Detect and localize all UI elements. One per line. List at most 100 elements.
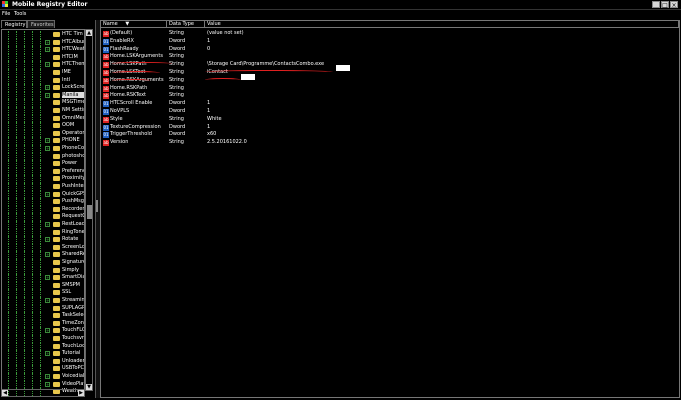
- expand-icon[interactable]: +: [45, 275, 50, 281]
- value-row[interactable]: ab Home.LSKArguments String: [101, 53, 679, 61]
- expand-icon[interactable]: +: [45, 85, 50, 91]
- tree-item[interactable]: IME: [2, 69, 84, 77]
- tree-item[interactable]: Proximity: [2, 175, 84, 183]
- scroll-left-arrow-icon[interactable]: ◀: [2, 390, 8, 396]
- tree-item[interactable]: + Rotate: [2, 236, 84, 244]
- tree-item[interactable]: SUPLAGPS: [2, 304, 84, 313]
- minimize-button[interactable]: _: [652, 1, 660, 9]
- tree-item[interactable]: + VideoPlayer: [2, 380, 84, 389]
- tree-item[interactable]: + TouchFLO: [2, 327, 84, 335]
- value-row[interactable]: ab (Default) String (value not set): [101, 30, 679, 38]
- tree-item[interactable]: + LockScree: [2, 84, 84, 92]
- value-row[interactable]: 01 EnableRX Dword 1: [101, 38, 679, 46]
- value-row[interactable]: ab Home.RSKText String: [101, 92, 679, 100]
- column-data-type[interactable]: Data Type: [167, 21, 205, 28]
- tree-item[interactable]: + PhoneCon: [2, 145, 84, 153]
- tree-item[interactable]: Signature: [2, 259, 84, 267]
- tree-item[interactable]: photosho: [2, 152, 84, 161]
- tree-item[interactable]: Preference: [2, 167, 84, 176]
- tree-item[interactable]: MSGTimer: [2, 99, 84, 107]
- tree-item[interactable]: RingTone: [2, 228, 84, 237]
- expand-icon[interactable]: +: [45, 92, 50, 98]
- tree-item[interactable]: Touchsvr: [2, 335, 84, 343]
- value-row[interactable]: 01 FlashReady Dword 0: [101, 46, 679, 54]
- scroll-down-arrow-icon[interactable]: ▼: [86, 384, 92, 390]
- tree-item[interactable]: Simply: [2, 266, 84, 275]
- value-row[interactable]: 01 HTCScroll Enable Dword 1: [101, 100, 679, 108]
- tree-item[interactable]: SMSPM: [2, 281, 84, 290]
- expand-icon[interactable]: +: [45, 62, 50, 68]
- scroll-right-arrow-icon[interactable]: ▶: [78, 390, 84, 396]
- column-name[interactable]: Name ▼: [101, 21, 167, 28]
- tree-item[interactable]: Operator: [2, 129, 84, 138]
- expand-icon[interactable]: +: [45, 374, 50, 379]
- column-value[interactable]: Value: [205, 21, 679, 28]
- expand-icon[interactable]: +: [45, 138, 50, 144]
- expand-icon[interactable]: +: [45, 351, 50, 357]
- tree-item[interactable]: + Voicedial: [2, 373, 84, 381]
- maximize-button[interactable]: □: [661, 1, 669, 9]
- scroll-up-arrow-icon[interactable]: ▲: [86, 30, 92, 36]
- registry-tree[interactable]: HTC Tim + HTCAlbum + HTCWeatHTCIM + HTCThemeIM…: [1, 29, 85, 397]
- expand-icon[interactable]: +: [45, 237, 50, 243]
- value-row[interactable]: ab Home.RSKPath String: [101, 85, 679, 93]
- tree-item[interactable]: NM Setting: [2, 107, 84, 115]
- tree-item[interactable]: + SharedRes: [2, 251, 84, 259]
- tab-favorites[interactable]: Favorites: [27, 20, 55, 28]
- tree-item[interactable]: + QuickGPS: [2, 190, 84, 199]
- tree-item[interactable]: OmniMedia: [2, 114, 84, 123]
- expand-icon[interactable]: +: [45, 191, 50, 197]
- tree-item[interactable]: TouchLock: [2, 342, 84, 351]
- tree-item[interactable]: + Manila: [2, 91, 84, 100]
- value-row[interactable]: 01 TriggerThreshold Dword x60: [101, 131, 679, 139]
- tree-item[interactable]: + HTCAlbum: [2, 38, 84, 47]
- menu-file[interactable]: File: [2, 11, 10, 17]
- tree-item[interactable]: + SmartDial: [2, 274, 84, 282]
- expand-icon[interactable]: +: [45, 328, 50, 334]
- expand-icon[interactable]: +: [45, 146, 50, 151]
- inline-edit-box[interactable]: [241, 74, 255, 80]
- expand-icon[interactable]: +: [45, 381, 50, 387]
- tree-item[interactable]: PushMsg: [2, 198, 84, 206]
- tree-item[interactable]: SSL: [2, 289, 84, 297]
- tree-scroll-thumb[interactable]: [87, 205, 92, 219]
- values-list[interactable]: Name ▼ Data Type Value ab (Default) String…: [100, 20, 680, 398]
- value-row[interactable]: ab Home.RSKArguments String: [101, 77, 679, 85]
- splitter-grip[interactable]: [96, 200, 98, 212]
- tree-item[interactable]: PushInter: [2, 183, 84, 191]
- tree-item[interactable]: + RestLoad: [2, 221, 84, 229]
- tree-item[interactable]: ScreenLock: [2, 243, 84, 252]
- value-row[interactable]: ab Home.LSKPath String \Storage Card\Progra…: [101, 61, 679, 69]
- expand-icon[interactable]: +: [45, 298, 50, 303]
- value-row[interactable]: ab Style String White: [101, 116, 679, 124]
- tree-item[interactable]: HTC Tim: [2, 31, 84, 39]
- tree-item[interactable]: Power: [2, 160, 84, 168]
- inline-edit-box[interactable]: [336, 65, 350, 71]
- tree-item[interactable]: USBToPC: [2, 365, 84, 373]
- tree-item[interactable]: OOM: [2, 122, 84, 130]
- tree-item[interactable]: + PHONE: [2, 137, 84, 145]
- expand-icon[interactable]: +: [45, 222, 50, 227]
- tree-item[interactable]: TaskSelect: [2, 312, 84, 320]
- tree-item[interactable]: Recorder: [2, 205, 84, 214]
- tab-registry[interactable]: Registry: [1, 20, 27, 28]
- tree-item[interactable]: Intl: [2, 76, 84, 85]
- tree-item[interactable]: + HTCTheme: [2, 61, 84, 69]
- expand-icon[interactable]: +: [45, 252, 50, 258]
- tree-item[interactable]: HTCIM: [2, 53, 84, 62]
- value-row[interactable]: 01 TextureCompression Dword 1: [101, 124, 679, 132]
- tree-item[interactable]: + Streaming: [2, 297, 84, 305]
- tree-item[interactable]: + Tutorial: [2, 350, 84, 358]
- tree-item[interactable]: TimeZones: [2, 319, 84, 328]
- tree-vertical-scrollbar[interactable]: ▲ ▼: [85, 29, 93, 391]
- menu-tools[interactable]: Tools: [14, 11, 26, 17]
- value-row[interactable]: 01 NoVPLS Dword 1: [101, 108, 679, 116]
- value-row[interactable]: ab Home.LSKText String iContact: [101, 69, 679, 77]
- close-button[interactable]: ×: [670, 1, 678, 9]
- expand-icon[interactable]: +: [45, 39, 50, 45]
- value-row[interactable]: ab Version String 2.5.20161022.0: [101, 139, 679, 147]
- tree-item[interactable]: Unloader: [2, 357, 84, 366]
- expand-icon[interactable]: +: [45, 47, 50, 53]
- tree-item[interactable]: RequestCall: [2, 213, 84, 221]
- tree-item[interactable]: + HTCWeat: [2, 46, 84, 54]
